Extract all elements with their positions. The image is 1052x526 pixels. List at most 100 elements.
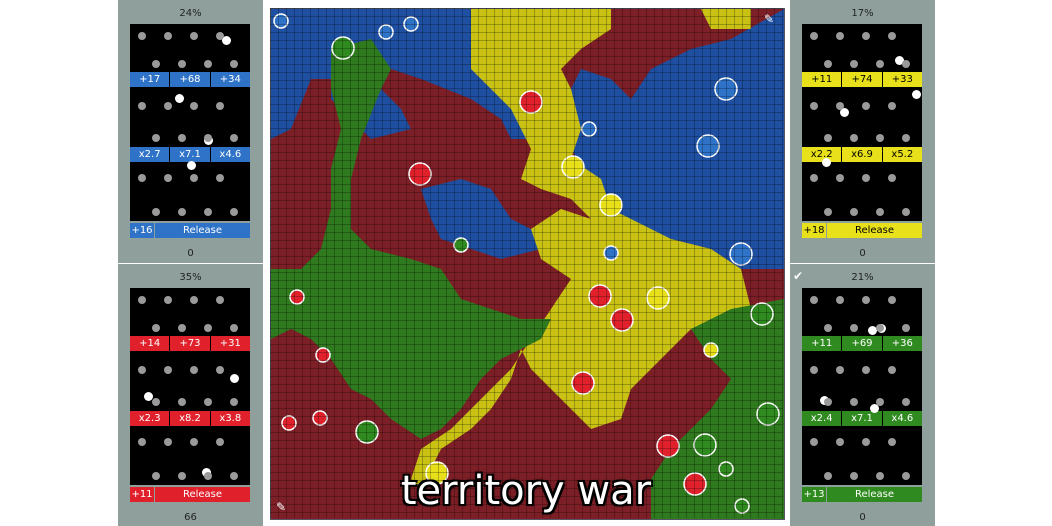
red-mult-2[interactable]: x8.2 [170, 411, 210, 426]
territory-map[interactable] [270, 8, 785, 520]
green-mult-1[interactable]: x2.4 [802, 411, 842, 426]
green-percent: 21% [851, 272, 874, 283]
yellow-plus-3[interactable]: +33 [882, 72, 922, 87]
blue-mult-2[interactable]: x7.1 [170, 147, 210, 162]
plinko-peg [178, 208, 186, 216]
yellow-ball [912, 90, 921, 99]
plinko-peg [888, 296, 896, 304]
red-plus-1[interactable]: +14 [130, 336, 170, 351]
blue-percent: 24% [179, 8, 202, 19]
plinko-peg [230, 324, 238, 332]
plinko-peg [810, 174, 818, 182]
blue-ball [187, 161, 196, 170]
plinko-peg [836, 296, 844, 304]
plinko-peg [824, 208, 832, 216]
yellow-percent: 17% [851, 8, 874, 19]
green-plus-2[interactable]: +69 [842, 336, 882, 351]
plinko-peg [216, 102, 224, 110]
plinko-peg [888, 102, 896, 110]
plinko-peg [164, 438, 172, 446]
plinko-peg [164, 296, 172, 304]
yellow-release-button[interactable]: Release [827, 223, 922, 238]
unit-green [693, 433, 717, 457]
plinko-peg [862, 102, 870, 110]
plinko-peg [230, 134, 238, 142]
plinko-peg [862, 296, 870, 304]
unit-blue [603, 245, 619, 261]
unit-green [453, 237, 469, 253]
plinko-peg [152, 208, 160, 216]
yellow-plinko-board: +11 +74 +33 x2.2 x6.9 x5.2 [802, 24, 922, 221]
blue-plus-2[interactable]: +68 [170, 72, 210, 87]
blue-mult-3[interactable]: x4.6 [210, 147, 250, 162]
plinko-peg [850, 398, 858, 406]
plinko-peg [178, 134, 186, 142]
plinko-peg [216, 366, 224, 374]
plinko-peg [836, 366, 844, 374]
plinko-peg [876, 134, 884, 142]
unit-red [588, 284, 612, 308]
blue-release-button[interactable]: Release [155, 223, 250, 238]
plinko-peg [876, 208, 884, 216]
yellow-release-bonus: +18 [802, 223, 826, 238]
plinko-peg [190, 174, 198, 182]
plinko-peg [876, 398, 884, 406]
red-plus-2[interactable]: +73 [170, 336, 210, 351]
yellow-mult-row: x2.2 x6.9 x5.2 [802, 147, 922, 162]
red-mult-1[interactable]: x2.3 [130, 411, 170, 426]
plinko-peg [216, 438, 224, 446]
blue-mult-1[interactable]: x2.7 [130, 147, 170, 162]
yellow-mult-2[interactable]: x6.9 [842, 147, 882, 162]
plinko-peg [902, 134, 910, 142]
plinko-peg [810, 32, 818, 40]
green-plinko-board: +11 +69 +36 x2.4 x7.1 x4.6 [802, 288, 922, 485]
plinko-peg [888, 438, 896, 446]
unit-blue [403, 16, 419, 32]
yellow-plus-2[interactable]: +74 [842, 72, 882, 87]
plinko-peg [850, 324, 858, 332]
green-mult-2[interactable]: x7.1 [842, 411, 882, 426]
plinko-peg [888, 366, 896, 374]
plinko-peg [152, 134, 160, 142]
blue-plus-row: +17 +68 +34 [130, 72, 250, 87]
unit-blue [378, 24, 394, 40]
plinko-peg [836, 438, 844, 446]
plinko-peg [230, 208, 238, 216]
blue-plus-1[interactable]: +17 [130, 72, 170, 87]
plinko-peg [138, 102, 146, 110]
plinko-peg [862, 174, 870, 182]
red-ball [230, 374, 239, 383]
red-plinko-board: +14 +73 +31 x2.3 x8.2 x3.8 [130, 288, 250, 485]
plinko-peg [164, 366, 172, 374]
yellow-mult-3[interactable]: x5.2 [882, 147, 922, 162]
green-plus-1[interactable]: +11 [802, 336, 842, 351]
green-plus-3[interactable]: +36 [882, 336, 922, 351]
red-percent: 35% [179, 272, 202, 283]
green-mult-3[interactable]: x4.6 [882, 411, 922, 426]
plinko-peg [216, 32, 224, 40]
blue-plus-3[interactable]: +34 [210, 72, 250, 87]
plinko-peg [810, 296, 818, 304]
yellow-plus-1[interactable]: +11 [802, 72, 842, 87]
plinko-peg [216, 174, 224, 182]
plinko-peg [836, 102, 844, 110]
plinko-peg [204, 398, 212, 406]
blue-mult-row: x2.7 x7.1 x4.6 [130, 147, 250, 162]
plinko-peg [836, 32, 844, 40]
plinko-peg [190, 102, 198, 110]
plinko-peg [810, 102, 818, 110]
plinko-peg [204, 208, 212, 216]
plinko-peg [152, 324, 160, 332]
plinko-peg [216, 296, 224, 304]
plinko-peg [230, 60, 238, 68]
unit-red [289, 289, 305, 305]
plinko-peg [902, 324, 910, 332]
pencil-icon[interactable]: ✎ [764, 12, 774, 26]
red-mult-3[interactable]: x3.8 [210, 411, 250, 426]
plinko-peg [138, 296, 146, 304]
plinko-peg [862, 438, 870, 446]
red-plus-3[interactable]: +31 [210, 336, 250, 351]
plinko-peg [178, 60, 186, 68]
plinko-peg [876, 60, 884, 68]
plinko-peg [824, 398, 832, 406]
